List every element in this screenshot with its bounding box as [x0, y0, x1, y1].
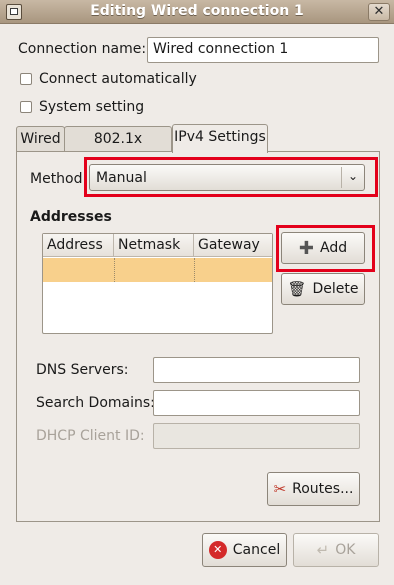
routes-label: Routes... [292, 481, 354, 497]
tab-ipv4-settings[interactable]: IPv4 Settings [172, 124, 268, 153]
tab-ipv4-label: IPv4 Settings [174, 129, 266, 145]
addresses-heading: Addresses [30, 209, 112, 225]
cell-divider [194, 258, 195, 282]
column-gateway[interactable]: Gateway [194, 234, 272, 257]
column-address[interactable]: Address [43, 234, 114, 257]
trash-icon: 🗑 [287, 280, 307, 298]
search-domains-input[interactable] [153, 390, 360, 416]
cancel-button[interactable]: ✕ Cancel [202, 533, 287, 567]
dns-servers-input[interactable] [153, 357, 360, 383]
method-label: Method: [30, 171, 88, 187]
connect-automatically-label[interactable]: Connect automatically [39, 71, 197, 87]
column-netmask[interactable]: Netmask [114, 234, 194, 257]
cancel-icon: ✕ [208, 541, 227, 559]
ipv4-settings-panel [16, 151, 380, 522]
close-button[interactable]: ✕ [368, 3, 390, 21]
delete-button[interactable]: 🗑 Delete [281, 273, 365, 305]
tab-8021x-security[interactable]: 802.1x Security [64, 126, 172, 171]
connection-name-input[interactable]: Wired connection 1 [147, 37, 379, 63]
plus-icon: ✚ [298, 237, 314, 259]
method-select-divider [341, 167, 342, 188]
add-label: Add [319, 240, 348, 256]
routes-button[interactable]: ✂ Routes... [267, 472, 360, 506]
tools-icon: ✂ [273, 480, 287, 498]
cell-divider [114, 258, 115, 282]
return-arrow-icon: ↵ [316, 541, 330, 559]
cancel-label: Cancel [232, 542, 281, 558]
search-domains-label: Search Domains: [36, 395, 155, 411]
tab-wired-label: Wired [20, 131, 61, 147]
title-bar: Editing Wired connection 1 ✕ [0, 0, 394, 24]
window-title: Editing Wired connection 1 [90, 3, 304, 19]
add-button[interactable]: ✚ Add [281, 232, 365, 264]
delete-label: Delete [312, 281, 359, 297]
ok-button[interactable]: ↵ OK [293, 533, 379, 567]
connection-name-label: Connection name: [18, 41, 147, 57]
tab-wired[interactable]: Wired [16, 126, 65, 152]
dhcp-client-id-label: DHCP Client ID: [36, 428, 145, 444]
system-setting-checkbox[interactable] [20, 101, 32, 113]
method-select[interactable]: Manual [89, 164, 365, 191]
method-value: Manual [96, 169, 147, 186]
connection-name-value: Wired connection 1 [153, 41, 289, 57]
chevron-down-icon: ⌄ [347, 169, 359, 183]
dhcp-client-id-input [153, 423, 360, 449]
dns-servers-label: DNS Servers: [36, 362, 129, 378]
close-icon: ✕ [373, 4, 385, 19]
table-row[interactable] [43, 258, 272, 282]
ok-label: OK [335, 542, 356, 558]
system-setting-label[interactable]: System setting [39, 99, 144, 115]
connect-automatically-checkbox[interactable] [20, 73, 32, 85]
